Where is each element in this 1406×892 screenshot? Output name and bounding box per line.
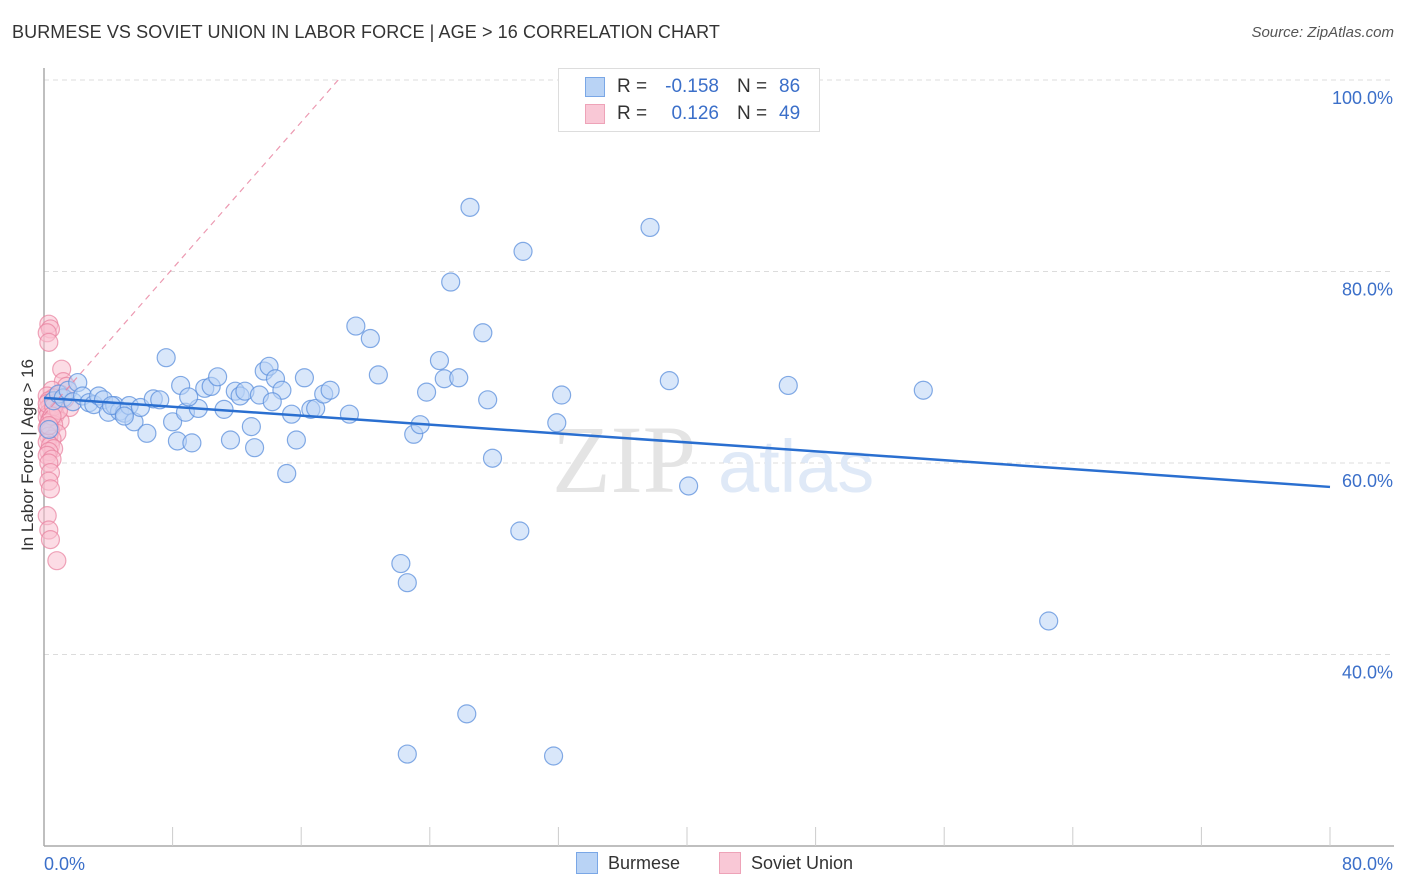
- y-tick-label: 100.0%: [1332, 88, 1393, 108]
- burmese-point: [294, 368, 315, 388]
- burmese-points: [39, 197, 1059, 766]
- soviet-union-trend-line: [43, 79, 339, 416]
- burmese-point: [346, 316, 366, 336]
- correlation-legend: R = -0.158 N = 86 R = 0.126 N = 49: [558, 68, 820, 132]
- burmese-point: [286, 430, 306, 450]
- soviet-union-swatch: [719, 852, 741, 874]
- legend-row-soviet-union: R = 0.126 N = 49: [585, 102, 800, 126]
- burmese-point: [137, 423, 157, 443]
- burmese-swatch: [585, 77, 605, 97]
- burmese-point: [552, 385, 572, 405]
- burmese-point: [220, 430, 241, 450]
- burmese-point: [241, 417, 261, 437]
- legend-row-burmese: R = -0.158 N = 86: [585, 75, 800, 99]
- burmese-point: [429, 350, 450, 371]
- burmese-point: [482, 448, 503, 468]
- burmese-point: [320, 380, 340, 400]
- series-legend: Burmese Soviet Union: [0, 852, 1406, 878]
- watermark: ZIP atlas: [552, 406, 874, 513]
- watermark-atlas: atlas: [718, 425, 874, 508]
- burmese-point: [543, 746, 564, 766]
- burmese-point: [449, 368, 469, 388]
- burmese-point: [262, 392, 282, 412]
- burmese-point: [114, 406, 134, 426]
- burmese-point: [416, 382, 437, 402]
- burmese-point: [397, 573, 417, 593]
- burmese-point: [679, 476, 699, 496]
- soviet-union-point: [40, 479, 61, 499]
- n-value: 86: [779, 76, 801, 97]
- legend-label-soviet-union: Soviet Union: [751, 852, 854, 873]
- burmese-point: [277, 463, 297, 484]
- burmese-point: [39, 419, 59, 440]
- watermark-zip: ZIP: [552, 406, 696, 513]
- burmese-point: [460, 197, 480, 217]
- soviet-union-point: [39, 332, 59, 352]
- r-label: R =: [617, 76, 648, 97]
- scatter-plot: ZIP atlas 40.0%60.0%80.0%100.0%0.0% 80.0%: [37, 68, 1394, 874]
- r-label: R =: [617, 103, 648, 124]
- burmese-point: [182, 433, 202, 453]
- y-tick-label: 80.0%: [1342, 280, 1393, 300]
- n-label: N =: [737, 103, 768, 124]
- burmese-point: [457, 704, 477, 724]
- n-value: 49: [779, 103, 801, 124]
- y-tick-label: 60.0%: [1342, 471, 1393, 491]
- r-value: 0.126: [671, 103, 719, 124]
- burmese-point: [368, 365, 388, 385]
- burmese-point: [208, 367, 228, 387]
- burmese-point: [510, 521, 530, 541]
- burmese-point: [513, 241, 533, 261]
- soviet-union-swatch: [585, 104, 605, 124]
- burmese-point: [397, 744, 417, 764]
- burmese-point: [1039, 611, 1059, 631]
- burmese-point: [478, 390, 498, 410]
- legend-label-burmese: Burmese: [608, 852, 681, 873]
- burmese-point: [244, 438, 265, 458]
- burmese-point: [473, 323, 493, 343]
- burmese-point: [640, 217, 660, 238]
- burmese-point: [391, 553, 411, 574]
- n-label: N =: [737, 76, 768, 97]
- r-value: -0.158: [665, 76, 719, 97]
- burmese-point: [179, 387, 199, 407]
- burmese-point: [778, 375, 798, 396]
- burmese-point: [156, 348, 176, 368]
- legend-item-burmese[interactable]: Burmese: [576, 852, 680, 874]
- gridlines: [44, 79, 1394, 655]
- burmese-point: [547, 413, 567, 433]
- legend-item-soviet-union[interactable]: Soviet Union: [719, 852, 853, 874]
- burmese-point: [360, 328, 380, 349]
- burmese-swatch: [576, 852, 598, 874]
- soviet-union-point: [47, 551, 67, 571]
- burmese-point: [913, 380, 933, 400]
- soviet-union-point: [40, 529, 61, 550]
- y-tick-label: 40.0%: [1342, 663, 1393, 683]
- burmese-point: [659, 371, 679, 391]
- burmese-point: [441, 272, 461, 292]
